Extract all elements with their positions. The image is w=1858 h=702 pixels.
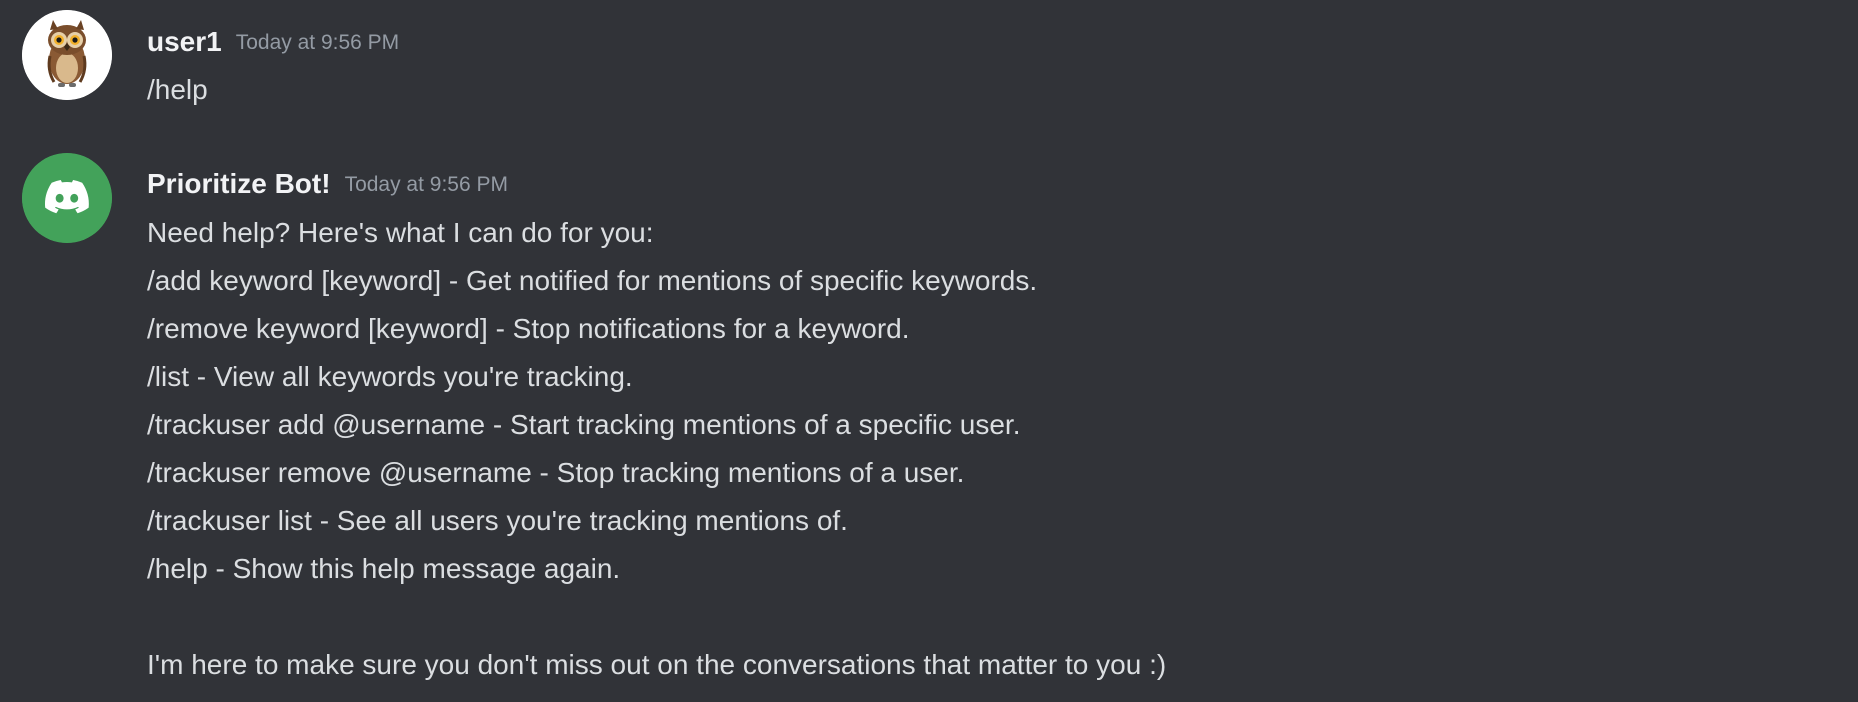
message-content: /help bbox=[147, 74, 208, 105]
message-body: Prioritize Bot! Today at 9:56 PM Need he… bbox=[147, 152, 1838, 689]
help-command-line: /trackuser remove @username - Stop track… bbox=[147, 457, 965, 488]
help-outro-line: I'm here to make sure you don't miss out… bbox=[147, 649, 1167, 680]
help-command-line: /remove keyword [keyword] - Stop notific… bbox=[147, 313, 910, 344]
username[interactable]: user1 bbox=[147, 24, 222, 60]
message-header: Prioritize Bot! Today at 9:56 PM bbox=[147, 152, 1838, 202]
message-body: user1 Today at 9:56 PM /help bbox=[147, 10, 1838, 114]
help-command-line: /add keyword [keyword] - Get notified fo… bbox=[147, 265, 1038, 296]
owl-avatar-icon bbox=[22, 10, 112, 100]
help-intro-line: Need help? Here's what I can do for you: bbox=[147, 217, 654, 248]
chat-messages: user1 Today at 9:56 PM /help Prioritize … bbox=[0, 0, 1858, 702]
message-header: user1 Today at 9:56 PM bbox=[147, 10, 1838, 60]
bot-avatar[interactable] bbox=[22, 153, 112, 243]
help-command-line: /trackuser list - See all users you're t… bbox=[147, 505, 848, 536]
bot-username[interactable]: Prioritize Bot! bbox=[147, 166, 331, 202]
message-content: Need help? Here's what I can do for you:… bbox=[147, 209, 1838, 689]
help-command-line: /help - Show this help message again. bbox=[147, 553, 621, 584]
timestamp: Today at 9:56 PM bbox=[344, 173, 508, 196]
help-command-line: /list - View all keywords you're trackin… bbox=[147, 361, 633, 392]
user-avatar[interactable] bbox=[22, 10, 112, 100]
help-command-line: /trackuser add @username - Start trackin… bbox=[147, 409, 1021, 440]
timestamp: Today at 9:56 PM bbox=[235, 31, 400, 54]
discord-logo-icon bbox=[22, 153, 112, 243]
